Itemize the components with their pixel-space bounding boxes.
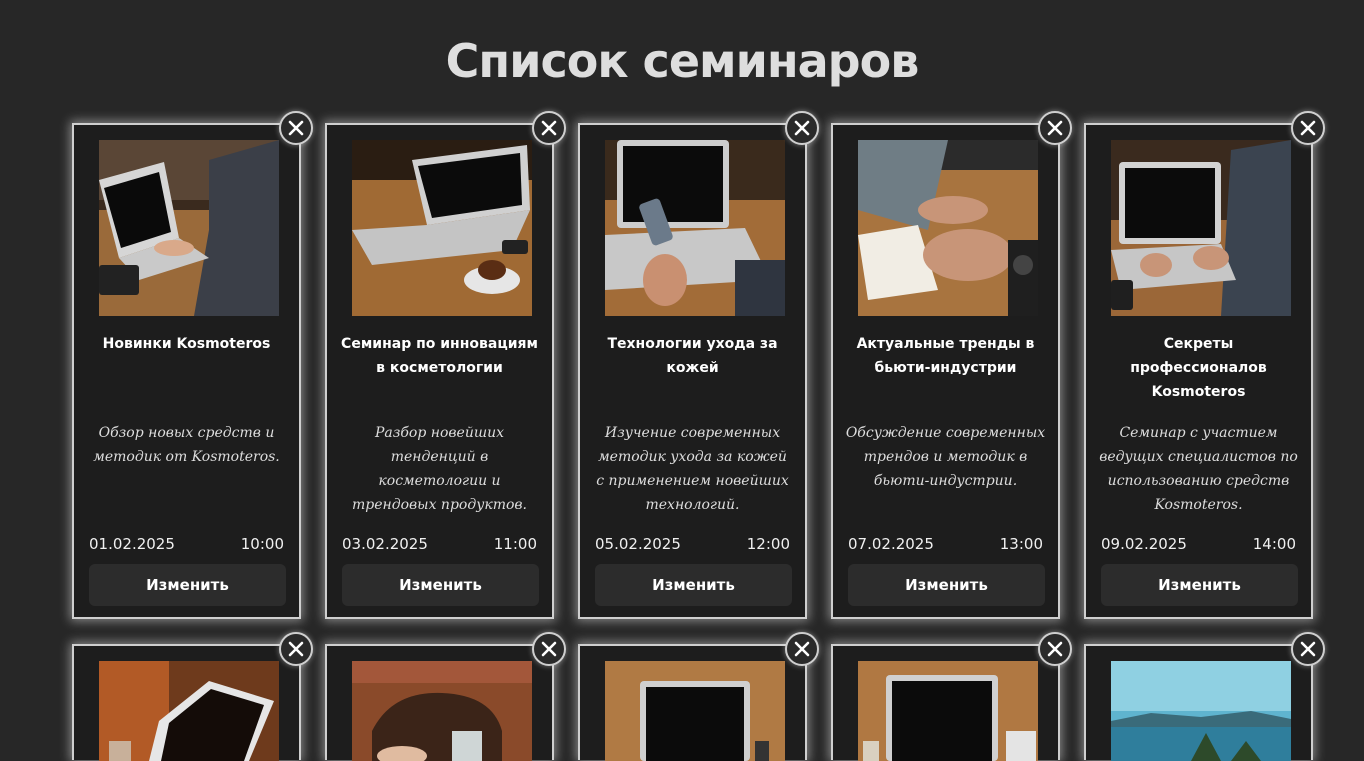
seminar-image [605, 661, 785, 761]
delete-button[interactable] [279, 632, 313, 666]
delete-button[interactable] [1291, 111, 1325, 145]
delete-button[interactable] [785, 632, 819, 666]
seminar-date: 09.02.2025 [1101, 535, 1187, 553]
edit-button[interactable]: Изменить [89, 564, 286, 606]
seminar-card: Секреты профессионалов Kosmoteros Семина… [1084, 111, 1325, 619]
seminar-time: 12:00 [746, 535, 790, 553]
seminar-image [858, 140, 1038, 316]
close-icon [794, 641, 810, 657]
seminar-card [325, 632, 566, 761]
seminar-image [99, 140, 279, 316]
edit-button[interactable]: Изменить [342, 564, 539, 606]
seminar-date: 03.02.2025 [342, 535, 428, 553]
delete-button[interactable] [1038, 632, 1072, 666]
seminar-card [72, 632, 313, 761]
close-icon [541, 641, 557, 657]
seminar-card: Актуальные тренды в бьюти-индустрии Обсу… [831, 111, 1072, 619]
seminar-time: 11:00 [493, 535, 537, 553]
seminar-title: Семинар по инновациям в косметологии [341, 336, 538, 376]
seminar-date: 07.02.2025 [848, 535, 934, 553]
seminar-image [99, 661, 279, 761]
seminar-image [858, 661, 1038, 761]
seminar-image [352, 140, 532, 316]
seminar-card: Новинки Kosmoteros Обзор новых средств и… [72, 111, 313, 619]
delete-button[interactable] [785, 111, 819, 145]
seminar-description: Обзор новых средств и методик от Kosmote… [93, 425, 280, 465]
seminar-image [605, 140, 785, 316]
close-icon [794, 120, 810, 136]
seminar-title: Технологии ухода за кожей [607, 336, 778, 376]
close-icon [1047, 120, 1063, 136]
seminar-title: Актуальные тренды в бьюти-индустрии [856, 336, 1035, 376]
delete-button[interactable] [1291, 632, 1325, 666]
delete-button[interactable] [1038, 111, 1072, 145]
close-icon [288, 120, 304, 136]
seminar-date: 05.02.2025 [595, 535, 681, 553]
close-icon [1047, 641, 1063, 657]
edit-button[interactable]: Изменить [595, 564, 792, 606]
seminar-time: 14:00 [1252, 535, 1296, 553]
seminar-title: Секреты профессионалов Kosmoteros [1130, 336, 1267, 400]
close-icon [1300, 120, 1316, 136]
seminar-time: 13:00 [999, 535, 1043, 553]
seminar-description: Разбор новейших тенденций в косметологии… [351, 425, 527, 513]
seminar-description: Семинар с участием ведущих специалистов … [1099, 425, 1298, 513]
edit-button[interactable]: Изменить [848, 564, 1045, 606]
delete-button[interactable] [532, 632, 566, 666]
seminar-date: 01.02.2025 [89, 535, 175, 553]
edit-button[interactable]: Изменить [1101, 564, 1298, 606]
seminar-card [578, 632, 819, 761]
delete-button[interactable] [279, 111, 313, 145]
seminar-image [352, 661, 532, 761]
close-icon [288, 641, 304, 657]
seminar-card: Семинар по инновациям в косметологии Раз… [325, 111, 566, 619]
seminar-description: Изучение современных методик ухода за ко… [596, 425, 789, 513]
seminar-description: Обсуждение современных трендов и методик… [845, 425, 1046, 489]
close-icon [541, 120, 557, 136]
seminar-card [1084, 632, 1325, 761]
seminar-grid: Новинки Kosmoteros Обзор новых средств и… [0, 0, 1364, 761]
seminar-card: Технологии ухода за кожей Изучение совре… [578, 111, 819, 619]
seminar-time: 10:00 [240, 535, 284, 553]
seminar-card [831, 632, 1072, 761]
close-icon [1300, 641, 1316, 657]
seminar-image [1111, 661, 1291, 761]
delete-button[interactable] [532, 111, 566, 145]
seminar-title: Новинки Kosmoteros [102, 336, 271, 352]
seminar-image [1111, 140, 1291, 316]
